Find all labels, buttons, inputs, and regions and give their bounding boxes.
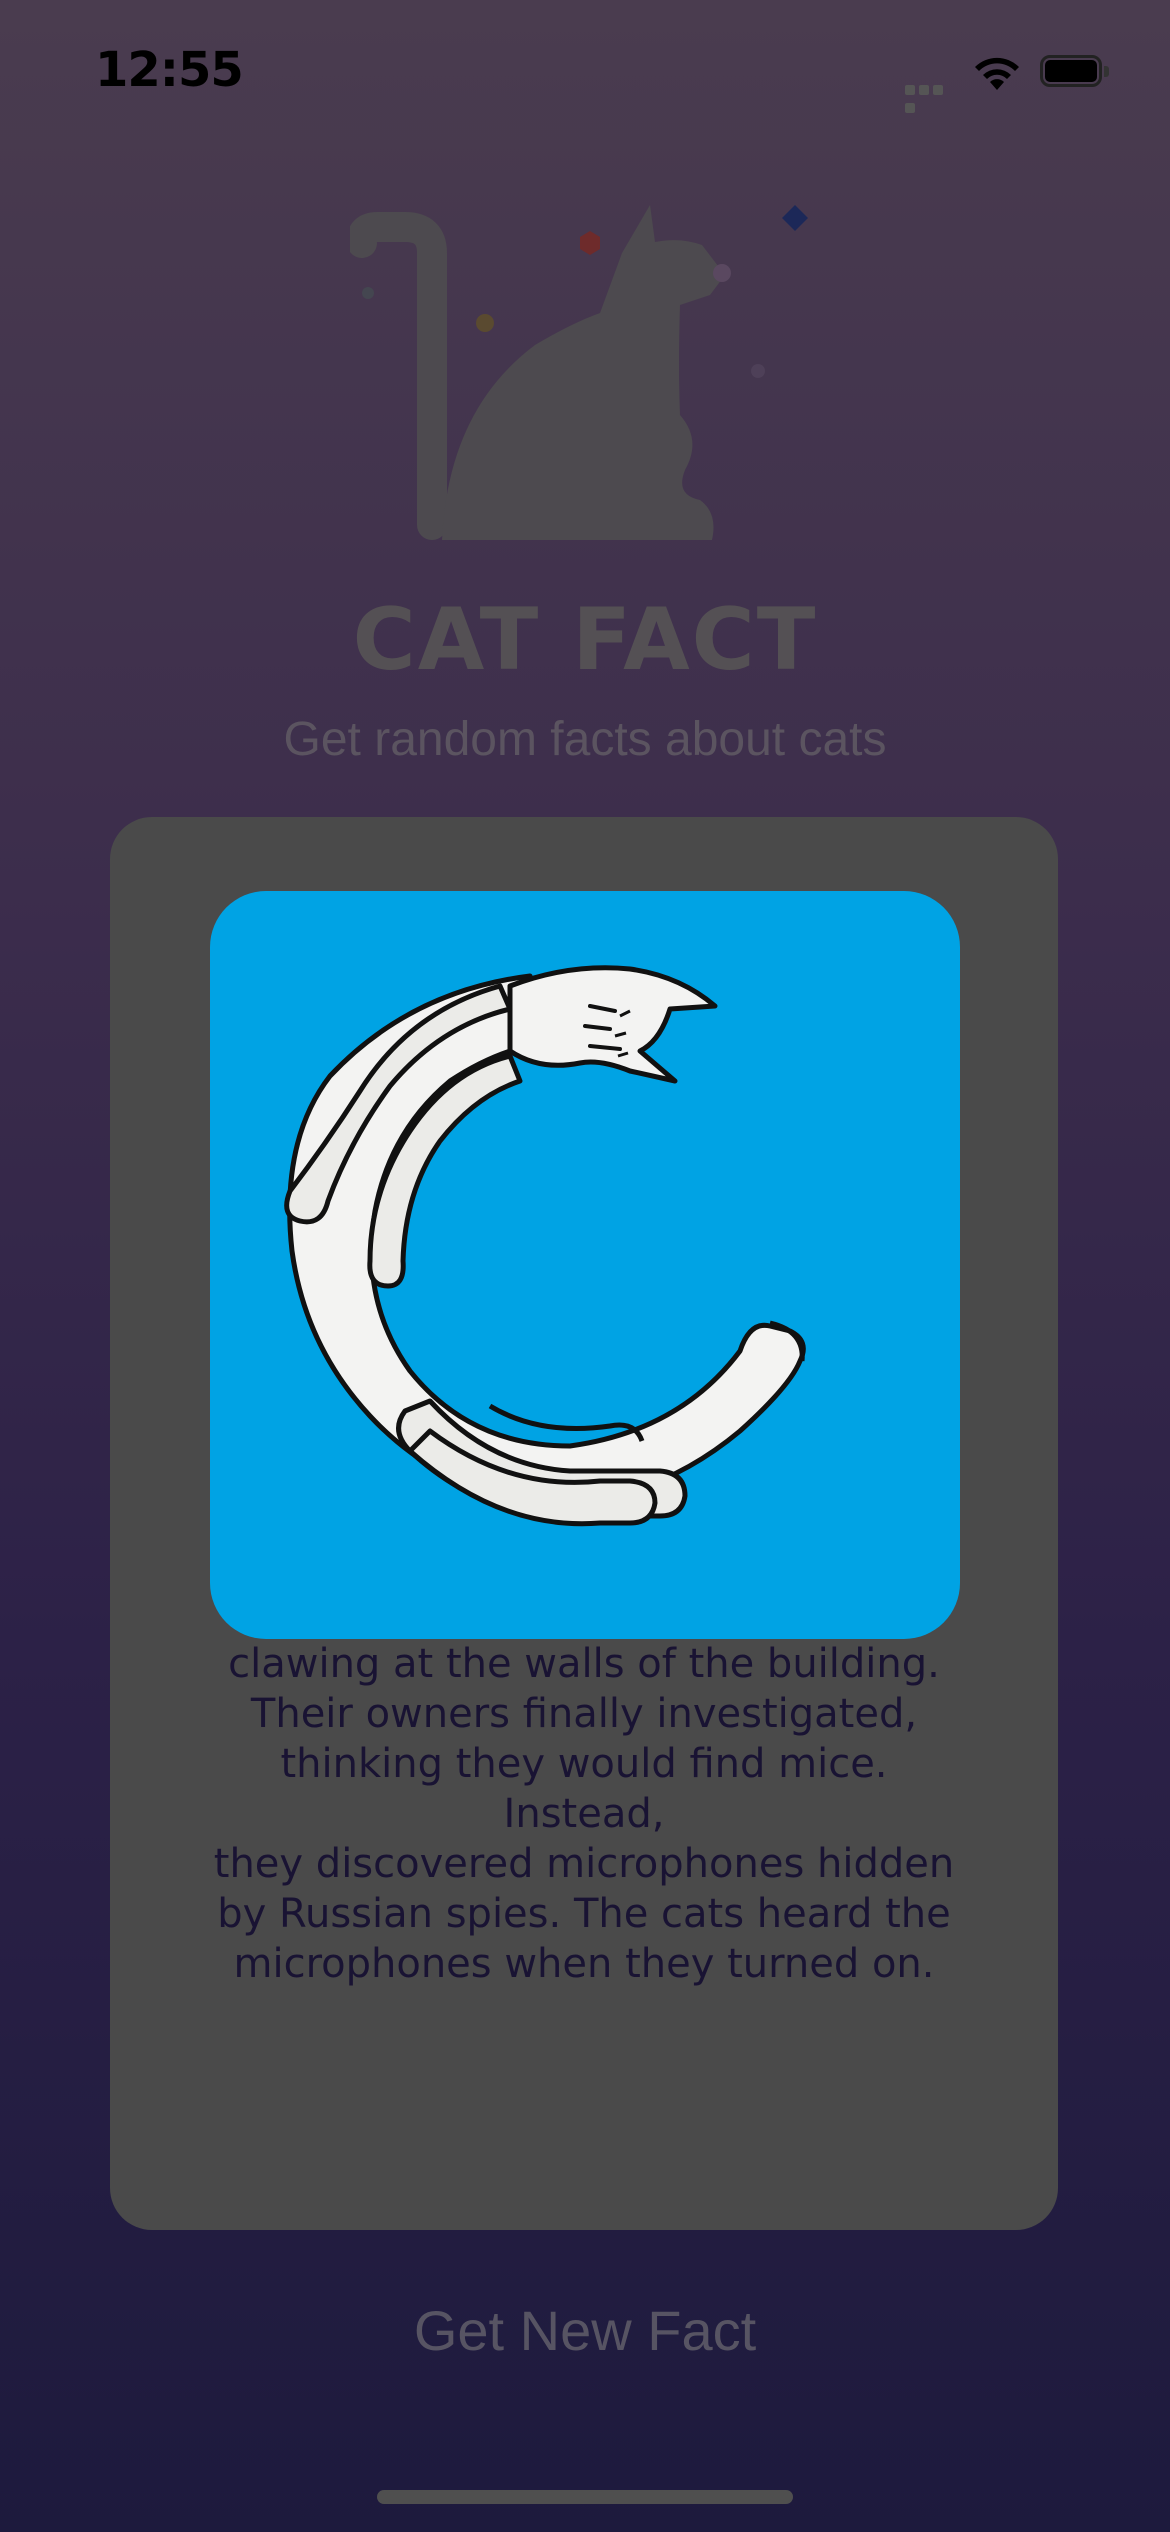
home-indicator[interactable]: [377, 2490, 793, 2504]
curled-cat-icon: [284, 965, 806, 1527]
wifi-icon: [975, 57, 1019, 90]
cat-silhouette-icon: [350, 205, 808, 540]
battery-icon: [1040, 55, 1110, 89]
fact-text: clawing at the walls of the building. Th…: [213, 1641, 955, 1987]
cellular-signal-icon: [905, 82, 957, 113]
status-bar: 12:55: [0, 0, 1170, 150]
fact-image: [210, 891, 960, 1639]
page-title: CAT FACT: [352, 590, 818, 690]
status-time: 12:55: [95, 42, 244, 98]
get-new-fact-button[interactable]: Get New Fact: [335, 2290, 835, 2370]
fact-card: clawing at the walls of the building. Th…: [110, 817, 1058, 2230]
page-subtitle: Get random facts about cats: [283, 713, 887, 766]
